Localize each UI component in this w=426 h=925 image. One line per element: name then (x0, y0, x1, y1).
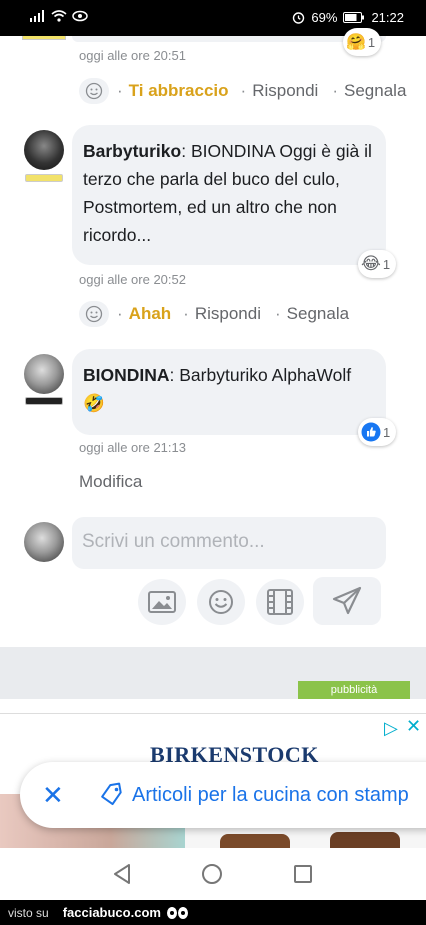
reply-link[interactable]: Rispondi (252, 81, 318, 101)
badge-partial (22, 36, 66, 40)
sandal-image (330, 832, 400, 848)
smiley-icon (209, 590, 233, 614)
hug-emoji-icon: 🤗 (346, 34, 366, 51)
tag-icon (101, 782, 122, 806)
ad-label: pubblicità (298, 681, 410, 699)
separator: · (332, 81, 339, 100)
comment-author[interactable]: BIONDINA (83, 365, 170, 385)
avatar[interactable] (24, 354, 64, 394)
reaction-count: 1 (367, 34, 376, 50)
emoji-button[interactable] (197, 579, 245, 625)
suggestion-text[interactable]: Articoli per la cucina con stamp (132, 784, 409, 807)
ad-choices-icon[interactable]: ▷ (384, 718, 398, 739)
watermark-site: facciabuco.com (62, 905, 161, 920)
status-left (30, 10, 88, 22)
eyes-logo-icon (166, 906, 188, 919)
composer-avatar (24, 522, 64, 562)
film-icon (267, 589, 293, 615)
comment-author[interactable]: Barbyturiko (83, 141, 181, 161)
back-icon[interactable] (112, 863, 132, 885)
rofl-emoji-icon: 🤣 (83, 393, 105, 413)
reaction-label-link[interactable]: Ahah (129, 304, 172, 324)
comment-time: oggi alle ore 20:52 (79, 272, 186, 287)
edit-link[interactable]: Modifica (79, 472, 142, 492)
like-icon (361, 422, 381, 442)
comment-actions: · Ti abbraccio · Rispondi · Segnala (79, 77, 420, 105)
wifi-icon (51, 10, 67, 22)
watermark-prefix: visto su (8, 905, 49, 920)
comment-text: : Barbyturiko AlphaWolf (169, 365, 352, 385)
photo-button[interactable] (138, 579, 186, 625)
smiley-icon (85, 82, 103, 100)
comment-bubble: BIONDINA: Barbyturiko AlphaWolf 🤣 (72, 349, 386, 435)
comment-input[interactable]: Scrivi un commento... (72, 517, 386, 569)
user-badge (25, 397, 63, 405)
avatar[interactable] (24, 130, 64, 170)
image-icon (148, 591, 176, 613)
reaction-label-link[interactable]: Ti abbraccio (129, 81, 229, 101)
comment-time: oggi alle ore 21:13 (79, 440, 186, 455)
reaction-pill[interactable]: 🤗 1 (343, 28, 382, 56)
battery-icon (343, 12, 365, 23)
sandal-image (220, 834, 290, 848)
ad-close-icon[interactable]: ✕ (406, 716, 421, 737)
send-button[interactable] (313, 577, 381, 625)
comment-actions: · Ahah · Rispondi · Segnala (79, 300, 363, 328)
report-link[interactable]: Segnala (287, 304, 349, 324)
comment-bubble: Barbyturiko: BIONDINA Oggi è già il terz… (72, 125, 386, 265)
reaction-count: 1 (382, 256, 391, 272)
gif-button[interactable] (256, 579, 304, 625)
laughing-emoji-icon: 😂 (361, 254, 381, 273)
reply-link[interactable]: Rispondi (195, 304, 261, 324)
report-link[interactable]: Segnala (344, 81, 406, 101)
send-icon (332, 586, 362, 615)
suggestion-chip[interactable]: ✕ Articoli per la cucina con stamp (20, 762, 426, 828)
separator: · (275, 304, 281, 323)
home-icon[interactable] (202, 864, 222, 884)
watermark-footer: visto su facciabuco.com (0, 900, 426, 925)
smiley-icon (85, 305, 103, 323)
alarm-icon (293, 12, 305, 24)
close-icon[interactable]: ✕ (42, 780, 68, 811)
reaction-pill[interactable]: 😂 1 (358, 250, 397, 278)
recents-icon[interactable] (294, 865, 312, 883)
react-button[interactable] (79, 78, 109, 104)
eye-comfort-icon (72, 10, 88, 22)
navigation-bar (0, 848, 426, 900)
clock: 21:22 (371, 10, 404, 25)
comment-bubble-partial (72, 36, 386, 42)
user-badge (25, 174, 63, 182)
signal-icon (30, 10, 44, 22)
battery-percent: 69% (311, 10, 338, 25)
react-button[interactable] (79, 301, 109, 327)
status-right: 69% 21:22 (292, 10, 404, 25)
reaction-count: 1 (383, 424, 391, 440)
reaction-pill[interactable]: 1 (358, 418, 397, 446)
separator: · (117, 304, 123, 323)
separator: · (240, 81, 247, 100)
comment-time: oggi alle ore 20:51 (79, 48, 186, 63)
separator: · (183, 304, 189, 323)
separator: · (117, 81, 123, 100)
